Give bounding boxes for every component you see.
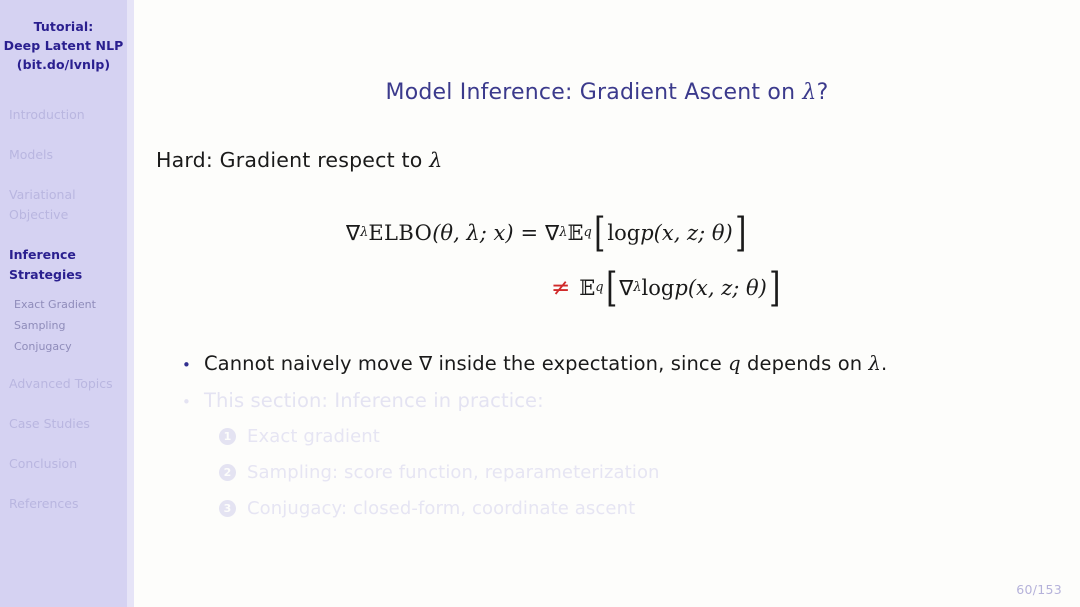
enum-item-1: 1 Exact gradient: [219, 426, 1080, 447]
sidebar-item-conclusion[interactable]: Conclusion: [0, 454, 127, 474]
enum-item-1-text: Exact gradient: [247, 426, 380, 447]
slide-root: Tutorial: Deep Latent NLP (bit.do/lvnlp)…: [0, 0, 1080, 607]
eq2-p: p: [674, 275, 688, 300]
bullet-1-part-c: .: [880, 352, 888, 375]
sidebar: Tutorial: Deep Latent NLP (bit.do/lvnlp)…: [0, 0, 127, 607]
sidebar-subitem-sampling[interactable]: Sampling: [0, 315, 127, 336]
table-of-contents: Introduction Models Variational Objectiv…: [0, 105, 127, 514]
eq1-relation: =: [520, 220, 539, 245]
page-title-suffix: ?: [816, 80, 829, 105]
bullet-item-2-text: This section: Inference in practice:: [203, 389, 544, 412]
deck-title-line-1: Tutorial:: [33, 19, 94, 34]
sidebar-item-case-studies[interactable]: Case Studies: [0, 414, 127, 434]
bullet-item-1-text: Cannot naively move ∇ inside the expecta…: [204, 352, 887, 375]
equation-line-2: ≠ 𝔼q [ ∇ λ log p (x, z; θ) ]: [551, 264, 781, 311]
eq1-expectation: 𝔼: [567, 220, 584, 245]
hard-statement: Hard: Gradient respect to λ: [156, 148, 442, 172]
eq1-p: p: [640, 220, 654, 245]
eq2-p-args: (x, z; θ): [687, 275, 767, 300]
sidebar-item-introduction[interactable]: Introduction: [0, 105, 127, 125]
sidebar-item-models[interactable]: Models: [0, 145, 127, 165]
eq1-p-args: (x, z; θ): [653, 220, 733, 245]
sidebar-divider: [127, 0, 134, 607]
hard-statement-text: Hard: Gradient respect to: [156, 148, 430, 172]
eq1-rhs-nabla: ∇: [545, 220, 560, 245]
enum-number-icon-2: 2: [219, 464, 236, 481]
eq2-nabla: ∇: [619, 275, 634, 300]
page-title-lambda: λ: [802, 80, 817, 105]
hard-statement-lambda: λ: [429, 148, 443, 172]
bullet-1-lambda: λ: [868, 352, 881, 375]
eq1-rhs-nabla-sub: λ: [559, 225, 568, 240]
sidebar-item-advanced-topics[interactable]: Advanced Topics: [0, 374, 127, 394]
enum-item-3-text: Conjugacy: closed-form, coordinate ascen…: [247, 498, 636, 519]
sidebar-item-inference-line1: Inference: [9, 247, 76, 262]
enum-item-2: 2 Sampling: score function, reparameteri…: [219, 462, 1080, 483]
enum-number-icon-3: 3: [219, 500, 236, 517]
page-title: Model Inference: Gradient Ascent on λ?: [134, 80, 1080, 105]
sidebar-item-variational-line1: Variational: [9, 187, 76, 202]
eq2-log: log: [641, 275, 675, 300]
page-number: 60/153: [1016, 582, 1062, 597]
bullet-1-part-b: depends on: [740, 352, 869, 375]
eq2-not-equal: ≠: [551, 274, 571, 301]
eq2-nabla-sub: λ: [633, 280, 642, 295]
equation-line-1: ∇ λ ELBO (θ, λ; x) = ∇ λ 𝔼q [ log p (x, z; θ)…: [346, 209, 747, 256]
sidebar-item-inference-line2: Strategies: [9, 267, 83, 282]
eq1-nabla-sub: λ: [360, 225, 369, 240]
eq1-nabla: ∇: [346, 220, 361, 245]
bullet-1-part-a: Cannot naively move ∇ inside the expecta…: [203, 352, 729, 375]
sidebar-subitem-conjugacy[interactable]: Conjugacy: [0, 336, 127, 357]
deck-title-line-2: Deep Latent NLP: [3, 38, 124, 53]
sidebar-item-variational-objective[interactable]: Variational Objective: [0, 185, 127, 225]
bullet-item-1: • Cannot naively move ∇ inside the expec…: [182, 352, 1080, 375]
eq1-log: log: [607, 220, 641, 245]
slide-content: Model Inference: Gradient Ascent on λ? H…: [134, 0, 1080, 607]
bullet-dot-icon: •: [182, 356, 191, 374]
deck-title-line-3: (bit.do/lvnlp): [16, 57, 111, 72]
eq1-expectation-sub: q: [583, 225, 592, 240]
eq2-expectation: 𝔼: [579, 275, 596, 300]
enumerated-list: 1 Exact gradient 2 Sampling: score funct…: [219, 426, 1080, 519]
sidebar-subitems: Exact Gradient Sampling Conjugacy: [0, 294, 127, 357]
page-title-text: Model Inference: Gradient Ascent on: [385, 80, 803, 105]
deck-title: Tutorial: Deep Latent NLP (bit.do/lvnlp): [0, 0, 127, 74]
enum-number-icon-1: 1: [219, 428, 236, 445]
sidebar-subitem-exact-gradient[interactable]: Exact Gradient: [0, 294, 127, 315]
bullet-dot-icon-2: •: [182, 393, 191, 411]
sidebar-item-inference-strategies[interactable]: Inference Strategies: [0, 245, 127, 285]
eq1-elbo: ELBO: [368, 220, 433, 245]
sidebar-item-references[interactable]: References: [0, 494, 127, 514]
eq1-elbo-args: (θ, λ; x): [432, 220, 514, 245]
bullet-1-q: q: [728, 352, 741, 375]
sidebar-item-variational-line2: Objective: [9, 207, 69, 222]
eq2-expectation-sub: q: [595, 280, 604, 295]
equation-block: ∇ λ ELBO (θ, λ; x) = ∇ λ 𝔼q [ log p (x, z; θ)…: [134, 205, 1080, 315]
bullet-item-2: • This section: Inference in practice:: [182, 389, 1080, 412]
enum-item-3: 3 Conjugacy: closed-form, coordinate asc…: [219, 498, 1080, 519]
enum-item-2-text: Sampling: score function, reparameteriza…: [247, 462, 660, 483]
bullet-list: • Cannot naively move ∇ inside the expec…: [182, 352, 1080, 534]
